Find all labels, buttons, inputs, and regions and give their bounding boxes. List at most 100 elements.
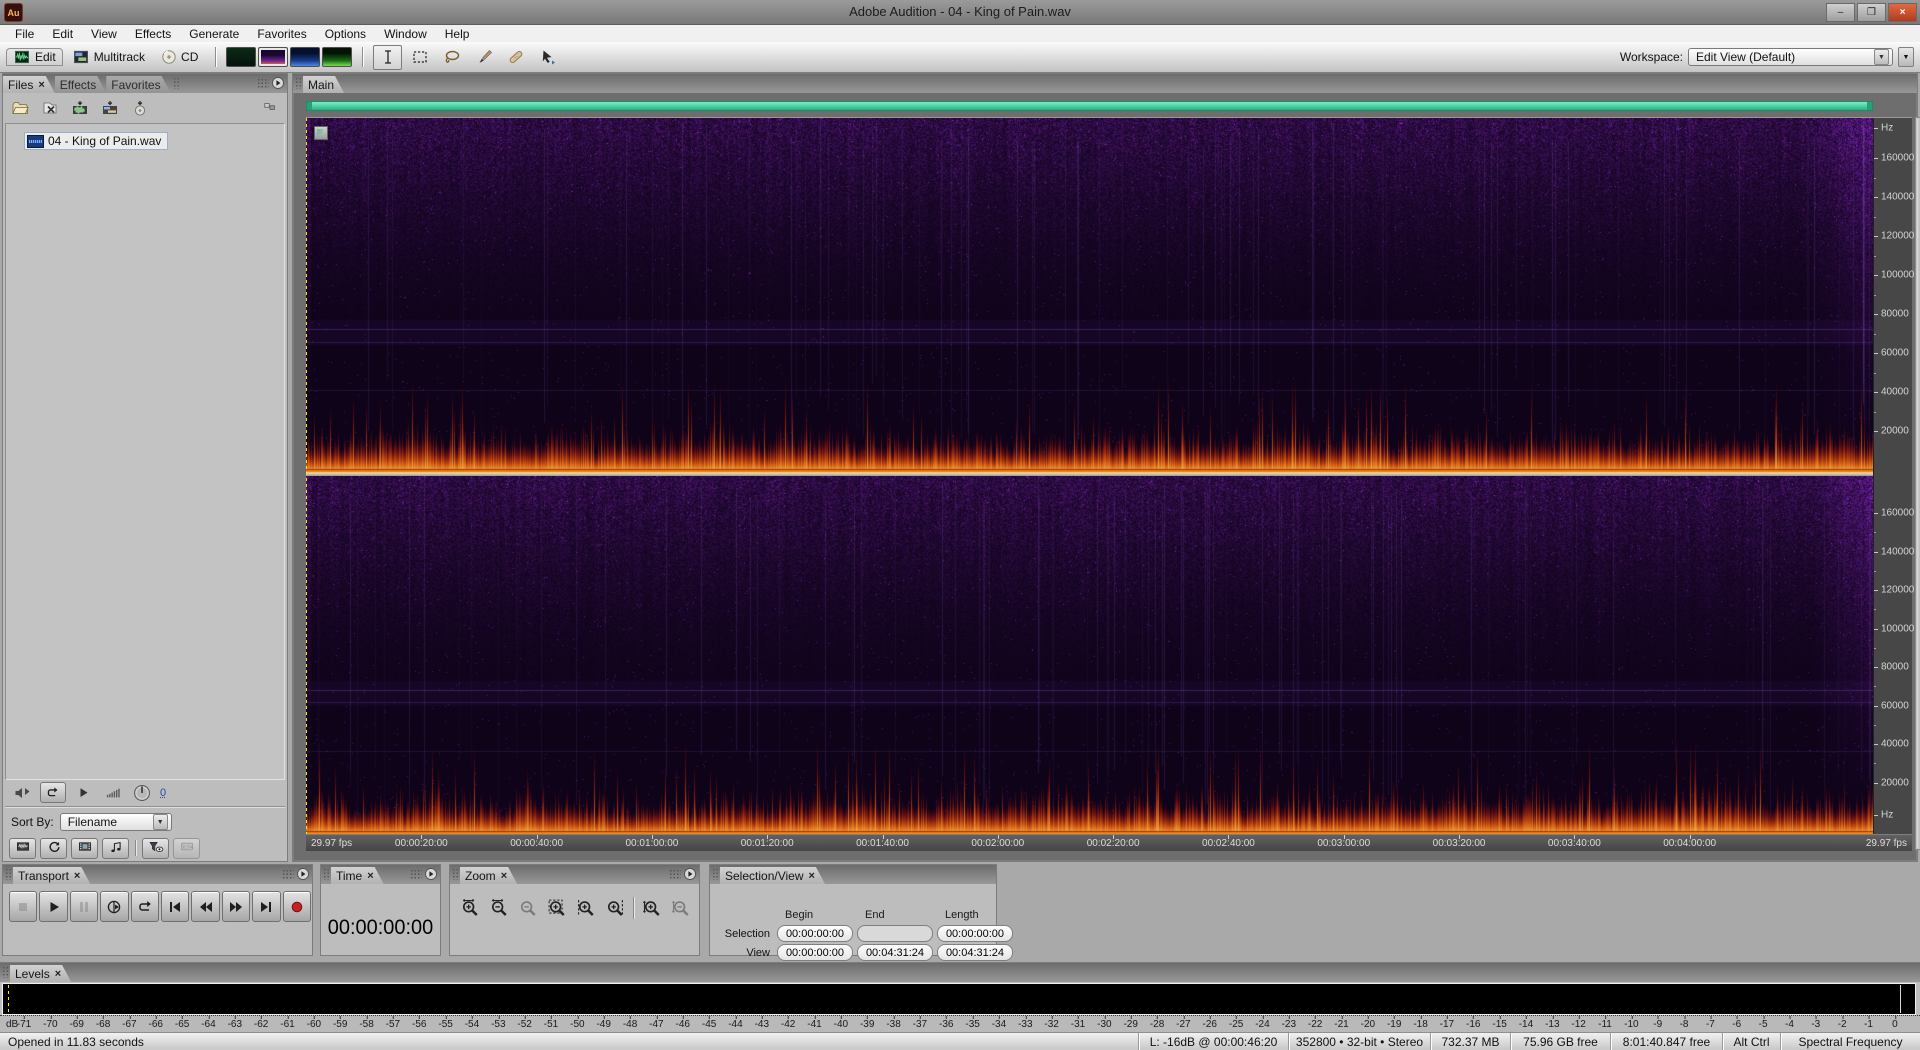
zoom-out-horizontally-button[interactable] — [486, 896, 512, 920]
zoom-in-horizontally-button[interactable] — [457, 896, 483, 920]
tab-main[interactable]: Main — [303, 76, 344, 93]
spectral-left-channel[interactable] — [306, 118, 1873, 473]
zoom-in-vertically-button[interactable] — [639, 896, 665, 920]
spectral-frequency-display-button[interactable] — [258, 47, 289, 67]
menu-file[interactable]: File — [6, 27, 43, 41]
view-begin-field[interactable]: 00:00:00:00 — [777, 944, 853, 961]
filter-options-button[interactable] — [142, 837, 169, 859]
spectral-phase-display-button[interactable] — [322, 47, 353, 67]
multitrack-mode-button[interactable]: Multitrack — [65, 48, 152, 66]
close-tab-icon[interactable]: × — [809, 870, 815, 882]
auto-play-icon[interactable] — [11, 784, 33, 802]
menu-help[interactable]: Help — [436, 27, 479, 41]
selection-length-field[interactable]: 00:00:00:00 — [937, 925, 1013, 942]
level-meter[interactable] — [2, 983, 1916, 1015]
show-audio-files-button[interactable] — [9, 837, 36, 859]
menu-edit[interactable]: Edit — [43, 27, 82, 41]
panel-menu-icon[interactable] — [271, 76, 285, 90]
panel-menu-icon[interactable] — [424, 867, 438, 881]
preview-volume-icon[interactable] — [102, 784, 124, 802]
preview-knob[interactable] — [131, 784, 153, 802]
play-button[interactable] — [39, 891, 68, 922]
preview-value-link[interactable]: 0 — [160, 787, 166, 799]
spectral-right-channel[interactable] — [306, 476, 1873, 835]
tab-zoom[interactable]: Zoom × — [460, 867, 517, 884]
show-loop-files-button[interactable] — [40, 837, 67, 859]
time-selection-tool[interactable] — [373, 44, 403, 70]
menu-view[interactable]: View — [82, 27, 126, 41]
selection-begin-field[interactable]: 00:00:00:00 — [777, 925, 853, 942]
display-corner-widget-left[interactable] — [314, 126, 328, 140]
effects-paintbrush-tool[interactable] — [469, 45, 498, 70]
cd-mode-button[interactable]: CD — [154, 47, 205, 67]
tab-favorites[interactable]: Favorites — [106, 76, 170, 93]
zoom-in-to-selection-right-edge-button[interactable] — [602, 896, 628, 920]
close-button[interactable]: × — [1888, 3, 1917, 22]
spectral-display[interactable]: Hz 160000 140000 120000 100000 80000 60000 4000… — [306, 117, 1914, 835]
file-list[interactable]: 04 - King of Pain.wav — [5, 123, 285, 780]
show-midi-files-button[interactable] — [102, 837, 129, 859]
selection-end-field[interactable] — [857, 925, 933, 942]
advanced-options-icon[interactable] — [259, 99, 281, 117]
zoom-out-vertically-button[interactable] — [668, 896, 694, 920]
show-full-paths-button[interactable]: C:\> — [173, 837, 200, 859]
tab-time[interactable]: Time × — [331, 867, 384, 884]
insert-into-multitrack-button[interactable] — [99, 99, 121, 117]
close-tab-icon[interactable]: × — [74, 870, 80, 882]
playhead-cursor[interactable] — [306, 118, 307, 835]
play-looped-button[interactable] — [130, 891, 160, 922]
zoom-in-to-selection-left-edge-button[interactable] — [573, 896, 599, 920]
menu-options[interactable]: Options — [316, 27, 375, 41]
go-to-end-button[interactable] — [252, 891, 281, 922]
stop-button[interactable] — [9, 891, 38, 922]
menu-generate[interactable]: Generate — [180, 27, 248, 41]
menu-effects[interactable]: Effects — [126, 27, 180, 41]
import-file-button[interactable] — [9, 99, 31, 117]
go-to-beginning-button[interactable] — [161, 891, 190, 922]
horizontal-zoom-scrollbar[interactable] — [306, 101, 1873, 111]
file-row-selected[interactable]: 04 - King of Pain.wav — [24, 132, 169, 150]
toolbar-overflow-button[interactable]: ▼ — [1898, 47, 1914, 67]
fast-forward-button[interactable] — [221, 891, 251, 922]
spectral-pan-display-button[interactable] — [290, 47, 321, 67]
zoom-out-full-button[interactable] — [515, 896, 541, 920]
close-tab-icon[interactable]: × — [55, 968, 61, 980]
tab-files[interactable]: Files × — [3, 76, 55, 93]
tab-effects[interactable]: Effects — [55, 76, 106, 93]
time-ruler[interactable]: 29.97 fps 29.97 fps 00:00:20:00 00:00:40:… — [306, 834, 1912, 851]
close-tab-icon[interactable]: × — [501, 870, 507, 882]
menu-window[interactable]: Window — [375, 27, 436, 41]
vertical-scrollbar[interactable] — [1915, 117, 1920, 850]
workspace-select[interactable]: Edit View (Default) ▼ — [1688, 48, 1893, 66]
sort-by-select[interactable]: Filename ▼ — [59, 813, 172, 831]
record-button[interactable] — [282, 891, 312, 922]
spot-healing-brush-tool[interactable] — [501, 45, 530, 70]
close-tab-icon[interactable]: × — [38, 79, 44, 91]
panel-menu-icon[interactable] — [683, 867, 697, 881]
scrub-tool[interactable] — [533, 45, 562, 70]
close-files-button[interactable] — [39, 99, 61, 117]
lasso-selection-tool[interactable] — [437, 45, 466, 70]
play-preview-icon[interactable] — [73, 784, 95, 802]
marquee-selection-tool[interactable] — [405, 45, 434, 70]
frequency-scale[interactable]: Hz 160000 140000 120000 100000 80000 60000 4000… — [1873, 118, 1914, 835]
view-end-field[interactable]: 00:04:31:24 — [857, 944, 933, 961]
tab-selection-view[interactable]: Selection/View × — [720, 867, 825, 884]
tab-transport[interactable]: Transport × — [13, 867, 90, 884]
edit-file-button[interactable] — [69, 99, 91, 117]
tab-levels[interactable]: Levels × — [10, 965, 71, 982]
waveform-display-button[interactable] — [226, 47, 257, 67]
menu-favorites[interactable]: Favorites — [248, 27, 315, 41]
zoom-to-selection-button[interactable] — [544, 896, 570, 920]
view-length-field[interactable]: 00:04:31:24 — [937, 944, 1013, 961]
close-tab-icon[interactable]: × — [367, 870, 373, 882]
panel-menu-icon[interactable] — [296, 867, 310, 881]
title-bar[interactable]: Au Adobe Audition - 04 - King of Pain.wa… — [0, 0, 1920, 25]
insert-into-cd-button[interactable] — [129, 99, 151, 117]
rewind-button[interactable] — [191, 891, 220, 922]
minimize-button[interactable]: – — [1826, 3, 1855, 22]
play-from-cursor-button[interactable] — [100, 891, 129, 922]
show-video-files-button[interactable] — [71, 837, 98, 859]
edit-mode-button[interactable]: Edit — [6, 48, 63, 66]
loop-playback-button[interactable] — [40, 782, 66, 803]
